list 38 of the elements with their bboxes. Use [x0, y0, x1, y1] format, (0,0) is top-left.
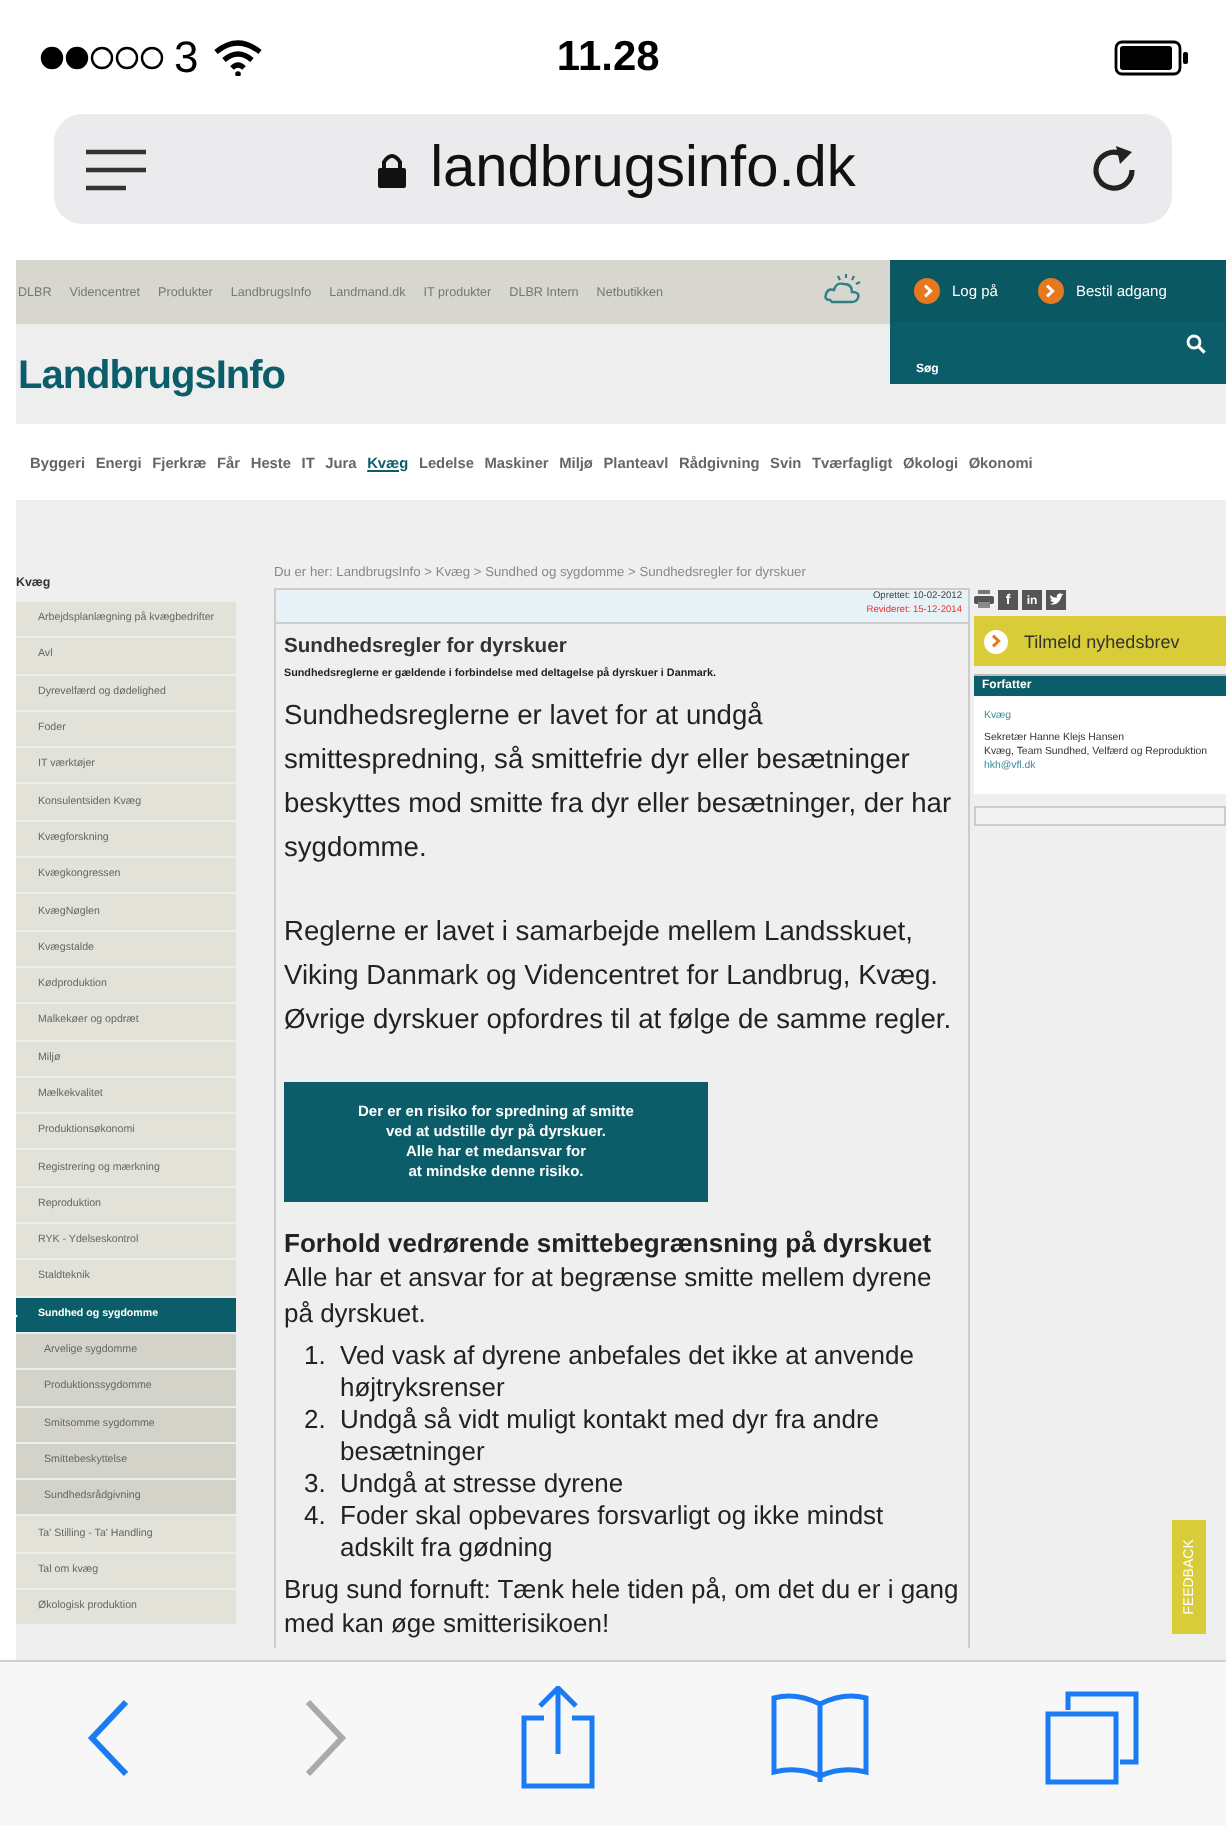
signal-strength-icon — [40, 43, 164, 71]
printer-icon[interactable] — [974, 590, 994, 608]
site-logo[interactable]: LandbrugsInfo — [16, 324, 890, 400]
article-title: Sundhedsregler for dyrskuer — [284, 636, 569, 658]
list-number: 4. — [304, 1500, 328, 1535]
clock-time: 11.28 — [556, 33, 660, 81]
list-number: 2. — [304, 1404, 328, 1439]
closing-text: Brug sund fornuft: Tænk hele tiden på, om det du er i gang med kan øge smitterisikoen! — [284, 1572, 960, 1641]
newsletter-button[interactable]: Tilmeld nyhedsbrev — [974, 616, 1226, 666]
list-item: Foder skal opbevares forsvarligt og ikke mindst adskilt fra gødning — [340, 1500, 886, 1565]
chevron-icon — [1044, 284, 1057, 298]
list-number: 1. — [304, 1340, 328, 1375]
lock-icon — [378, 151, 407, 187]
tabs-icon — [1043, 1690, 1140, 1786]
list-number: 3. — [304, 1468, 328, 1501]
list-item: Ved vask af dyrene anbefales det ikke at anvende højtryksrenser — [340, 1340, 916, 1405]
menu-icon — [86, 147, 146, 191]
reload-icon — [1088, 143, 1141, 195]
list-item: Undgå så vidt muligt kontakt med dyr fra andre besætninger — [340, 1404, 882, 1469]
carrier-name: 3 — [174, 31, 199, 83]
battery-icon — [1114, 39, 1190, 75]
article-paragraph: Sundhedsreglerne er lavet for at undgå smittespredning, så smittefrie dyr eller besætninger beskyttes mod smitte fra dyr eller besætninger, der har sygdomme. — [284, 698, 954, 866]
address-bar[interactable]: landbrugsinfo.dk — [54, 114, 1172, 224]
bird-icon[interactable] — [1046, 589, 1066, 609]
list-item: Undgå at stresse dyrene — [340, 1468, 626, 1501]
sun-cloud-icon — [822, 272, 866, 308]
search-icon[interactable] — [1186, 334, 1206, 354]
back-chevron-icon — [86, 1698, 131, 1778]
chevron-icon — [990, 634, 1002, 648]
url-text: landbrugsinfo.dk — [430, 136, 856, 202]
article-paragraph: Reglerne er lavet i samarbejde mellem Landsskuet, Viking Danmark og Videncentret for Landbrug, Kvæg. Øvrige dyrskuer opfordres til at følge de samme regler. — [284, 914, 954, 1038]
section-heading: Forhold vedrørende smittebegrænsning på dyrskuet — [284, 1226, 934, 1260]
share-icon — [520, 1686, 597, 1790]
chevron-icon — [921, 284, 933, 298]
section-text: Alle har et ansvar for at begrænse smitte mellem dyrene på dyrskuet. — [284, 1260, 934, 1331]
open-book-icon — [770, 1692, 871, 1784]
wifi-icon — [214, 39, 263, 75]
forward-chevron-icon — [303, 1698, 348, 1778]
